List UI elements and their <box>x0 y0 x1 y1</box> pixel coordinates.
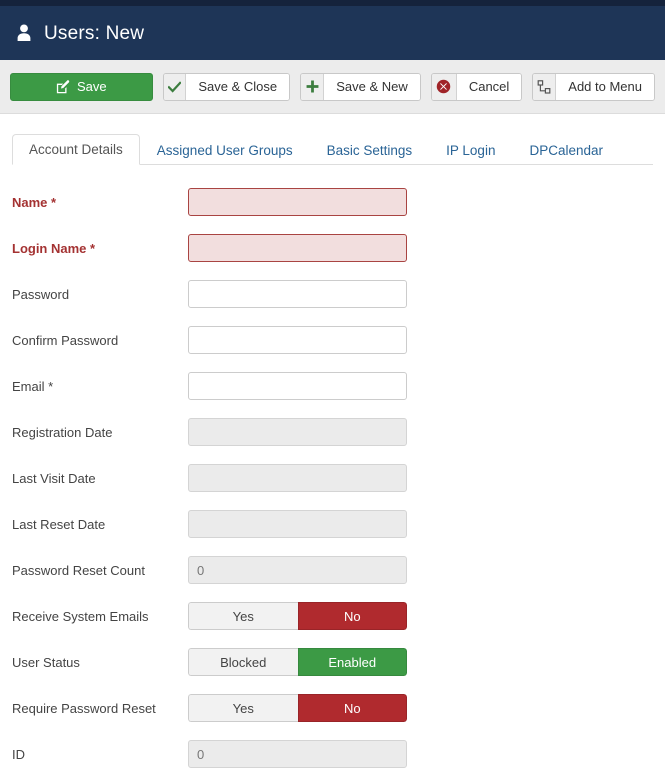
field-label: Password Reset Count <box>12 562 145 578</box>
confirm-password-input[interactable] <box>188 326 407 354</box>
field-row-id: ID <box>12 731 653 777</box>
password-input[interactable] <box>188 280 407 308</box>
require-password-reset-option-yes[interactable]: Yes <box>188 694 298 722</box>
field-label: Name * <box>12 194 57 210</box>
user-status-option-blocked[interactable]: Blocked <box>188 648 298 676</box>
account-details-form: Name * Login Name * Password Confirm Pas… <box>0 165 665 777</box>
field-label: Last Visit Date <box>12 470 96 486</box>
save-button[interactable]: Save <box>10 72 153 101</box>
sitemap-icon <box>533 73 557 100</box>
field-label: Last Reset Date <box>12 516 106 532</box>
tab-label: Assigned User Groups <box>156 142 293 158</box>
field-label: ID <box>12 746 25 762</box>
tab-ip-login[interactable]: IP Login <box>429 135 512 166</box>
save-and-close-button-label: Save & Close <box>186 73 290 100</box>
require-password-reset-option-no[interactable]: No <box>297 694 407 722</box>
field-row-user-status: User Status Blocked Enabled <box>12 639 653 685</box>
field-label: Receive System Emails <box>12 608 149 624</box>
tab-label: IP Login <box>446 142 496 158</box>
last-reset-date-input <box>188 510 407 538</box>
save-button-label: Save <box>77 79 107 94</box>
save-and-close-button[interactable]: Save & Close <box>162 72 291 101</box>
field-row-password-reset-count: Password Reset Count <box>12 547 653 593</box>
field-row-email: Email * <box>12 363 653 409</box>
name-input[interactable] <box>188 188 407 216</box>
page-title: Users: New <box>44 22 145 44</box>
field-label: Registration Date <box>12 424 113 440</box>
save-and-new-button-label: Save & New <box>324 73 420 100</box>
id-input <box>188 740 407 768</box>
tab-dpcalendar[interactable]: DPCalendar <box>512 135 620 166</box>
field-row-confirm-password: Confirm Password <box>12 317 653 363</box>
edit-pencil-square-icon <box>56 79 70 94</box>
tab-assigned-user-groups[interactable]: Assigned User Groups <box>140 135 310 166</box>
field-label: Confirm Password <box>12 332 119 348</box>
field-row-login-name: Login Name * <box>12 225 653 271</box>
tab-basic-settings[interactable]: Basic Settings <box>310 135 430 166</box>
user-status-option-enabled[interactable]: Enabled <box>297 648 407 676</box>
field-row-last-visit-date: Last Visit Date <box>12 455 653 501</box>
field-row-last-reset-date: Last Reset Date <box>12 501 653 547</box>
field-label: Login Name * <box>12 240 96 256</box>
field-label: Password <box>12 286 70 302</box>
field-label: User Status <box>12 654 80 670</box>
tab-label: Account Details <box>29 141 123 157</box>
page-header: Users: New <box>0 6 665 60</box>
toolbar: Save Save & Close Save & New Cancel Add … <box>0 60 665 114</box>
tab-label: DPCalendar <box>529 142 603 158</box>
field-row-require-password-reset: Require Password Reset Yes No <box>12 685 653 731</box>
cancel-circle-x-icon <box>431 73 457 100</box>
tab-list: Account Details Assigned User Groups Bas… <box>12 130 653 165</box>
registration-date-input <box>188 418 407 446</box>
field-row-password: Password <box>12 271 653 317</box>
last-visit-date-input <box>188 464 407 492</box>
tabs-container: Account Details Assigned User Groups Bas… <box>0 114 665 165</box>
receive-system-emails-toggle: Yes No <box>188 602 407 630</box>
field-row-name: Name * <box>12 179 653 225</box>
add-to-menu-button-label: Add to Menu <box>556 73 654 100</box>
plus-icon <box>301 73 325 100</box>
receive-system-emails-option-no[interactable]: No <box>297 602 407 630</box>
field-row-registration-date: Registration Date <box>12 409 653 455</box>
email-input[interactable] <box>188 372 407 400</box>
cancel-button[interactable]: Cancel <box>430 72 523 101</box>
field-label: Email * <box>12 378 54 394</box>
tab-label: Basic Settings <box>326 142 413 158</box>
login-name-input[interactable] <box>188 234 407 262</box>
password-reset-count-input <box>188 556 407 584</box>
add-to-menu-button[interactable]: Add to Menu <box>532 72 655 101</box>
tab-account-details[interactable]: Account Details <box>12 133 140 165</box>
check-icon <box>163 73 187 100</box>
field-label: Require Password Reset <box>12 700 156 716</box>
receive-system-emails-option-yes[interactable]: Yes <box>188 602 298 630</box>
user-icon <box>14 22 34 44</box>
save-and-new-button[interactable]: Save & New <box>300 72 421 101</box>
require-password-reset-toggle: Yes No <box>188 694 407 722</box>
cancel-button-label: Cancel <box>456 73 522 100</box>
user-status-toggle: Blocked Enabled <box>188 648 407 676</box>
field-row-receive-system-emails: Receive System Emails Yes No <box>12 593 653 639</box>
